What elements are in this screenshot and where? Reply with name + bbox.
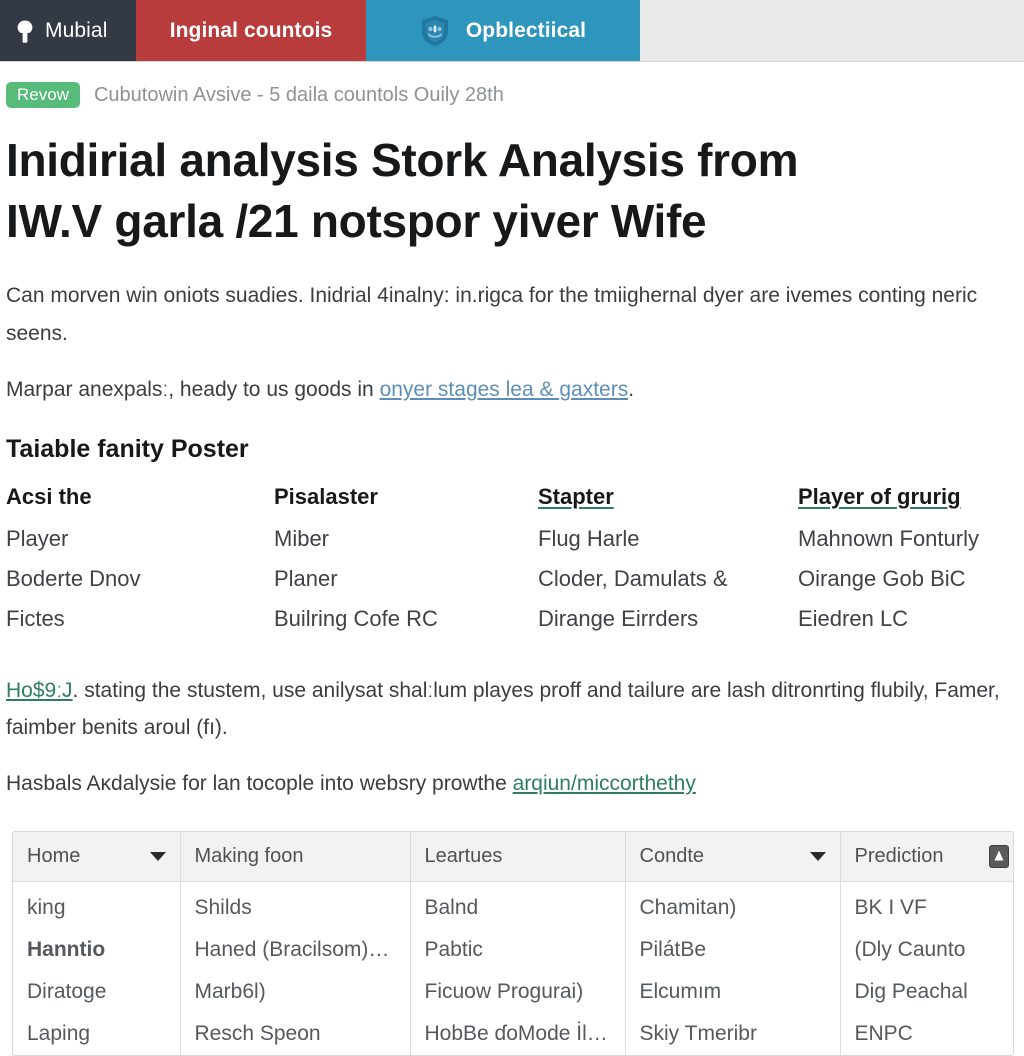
nav-segment-brand[interactable]: Mubial (0, 0, 136, 61)
prediction-icon[interactable] (989, 845, 1009, 869)
table-cell[interactable]: Haned (Bracilsom)… (180, 929, 411, 972)
column-cell: Flug Harle (538, 525, 640, 551)
nav-empty-area (640, 0, 1024, 61)
table-header-condte-label: Condte (639, 845, 705, 868)
nav-segment-primary-label: Inginal countois (169, 18, 333, 42)
page-content: Revow Cubutowin Avsive - 5 daila countol… (0, 82, 1024, 1056)
table-cell: Laping (13, 1013, 181, 1056)
table-cell[interactable]: Elcumım (625, 971, 841, 1014)
column-cell: Fictes (6, 605, 65, 631)
article-meta: Revow Cubutowin Avsive - 5 daila countol… (6, 82, 1020, 108)
inline-link-stages[interactable]: onyer stages lea & gaxters (380, 378, 629, 401)
table-header-condte[interactable]: Condte (625, 832, 841, 883)
column-header-4: Player of grurig (798, 483, 961, 509)
column-cell: Planer (274, 565, 338, 591)
table-header-row: Home Making foon Leartues Condte Predict… (13, 832, 1013, 883)
table-cell: Pabtic (410, 929, 626, 972)
footer-paragraph: Hasbals Aκdalysie for lan tocople into w… (6, 765, 1011, 803)
chevron-down-icon[interactable] (149, 852, 166, 862)
person-icon (14, 19, 36, 43)
column-cell: Cloder, Damulats & (538, 565, 728, 591)
section-heading: Taiable fanity Poster (6, 434, 249, 463)
table-row[interactable]: Diratoge Marb6l) Ficuow Progurai) Elcumı… (13, 971, 1013, 1014)
column-cell: Oirange Gob BiC (798, 565, 966, 591)
article-meta-text: Cubutowin Avsive - 5 daila countols Ouil… (93, 83, 504, 106)
table-header-prediction-label: Prediction (854, 845, 944, 868)
table-cell: BK I VF (854, 896, 927, 920)
table-row[interactable]: Hanntio Haned (Bracilsom)… Pabtic PilátB… (13, 929, 1013, 972)
secondary-paragraph: Marpar anexpalsː, heady to us goods in o… (6, 371, 1011, 409)
column-cell: Builring Cofe RC (274, 605, 438, 631)
column-cell: Eiedren LC (798, 605, 909, 631)
nav-segment-primary[interactable]: Inginal countois (136, 0, 366, 61)
column-cell: Boderte Dnov (6, 565, 141, 591)
table-cell: ENPC (854, 1022, 913, 1046)
table-header-leartues[interactable]: Leartues (410, 832, 626, 883)
table-cell: Hanntio (13, 929, 181, 972)
table-header-prediction[interactable]: Prediction (840, 832, 1013, 883)
shield-icon (420, 15, 450, 47)
table-header-home-label: Home (27, 845, 81, 868)
column-header-3: Stapter (538, 483, 614, 509)
column-header-2: Pisalaster (274, 483, 378, 509)
info-columns: Acsi the Pisalaster Stapter Player of gr… (6, 484, 1020, 646)
column-cell: Dirange Eirrders (538, 605, 699, 631)
table-cell[interactable]: Shilds (180, 881, 411, 930)
table-cell: Diratoge (13, 971, 181, 1014)
table-cell[interactable]: Dig Peachal (840, 971, 1013, 1013)
inline-link-note[interactable]: Ho$9ːJ (6, 679, 73, 702)
table-body: king Shilds Balnd Chamitan) BK I VF Hann… (13, 881, 1013, 1056)
table-header-leartues-label: Leartues (424, 845, 503, 868)
column-header-1: Acsi the (6, 483, 92, 509)
nav-segment-secondary[interactable]: Opblectiical (366, 0, 640, 61)
secondary-paragraph-post: . (628, 378, 635, 402)
table-cell: Ficuow Progurai) (410, 971, 626, 1014)
notes-paragraph: Ho$9ːJ. stating the stustem, use anilysa… (6, 672, 1011, 748)
table-cell: Balnd (410, 881, 626, 930)
table-cell[interactable]: (Dly Caunto (840, 929, 1013, 971)
footer-paragraph-pre: Hasbals Aκdalysie for lan tocople into w… (6, 772, 513, 796)
table-cell[interactable]: PilátBe (625, 929, 841, 972)
table-cell: HobBe ɗoMode İl… (410, 1013, 626, 1056)
table-header-home[interactable]: Home (13, 832, 181, 883)
inline-link-source[interactable]: arqiun/miccorthethy (513, 772, 696, 795)
notes-paragraph-text: . stating the stustem, use anilysat shal… (6, 678, 1000, 740)
secondary-paragraph-pre: Marpar anexpalsː, heady to us goods in (6, 378, 380, 402)
data-table-container: Home Making foon Leartues Condte Predict… (12, 831, 1014, 1056)
table-cell[interactable]: Resch Speon (180, 1013, 411, 1056)
table-cell: king (13, 881, 181, 930)
table-cell[interactable]: Skiy Tmeribr (625, 1013, 841, 1056)
table-cell[interactable]: Chamitan) (625, 881, 841, 930)
table-header-making-foon[interactable]: Making foon (180, 832, 411, 883)
column-cell: Player (6, 525, 69, 551)
table-row[interactable]: king Shilds Balnd Chamitan) BK I VF (13, 881, 1013, 930)
table-header-making-foon-label: Making foon (194, 845, 304, 868)
page-title: Inidirial analysis Stork Analysis from I… (6, 134, 799, 247)
chevron-down-icon[interactable] (809, 852, 826, 862)
data-table: Home Making foon Leartues Condte Predict… (13, 832, 1013, 1056)
top-navigation-bar: Mubial Inginal countois Opblectiical (0, 0, 1024, 62)
intro-paragraph: Can morven win oniots suadies. Inidrial … (6, 284, 978, 346)
column-cell: Mahnown Fonturly (798, 525, 979, 551)
column-cell: Miber (274, 525, 330, 551)
nav-segment-secondary-label: Opblectiical (465, 18, 587, 42)
table-cell[interactable]: Marb6l) (180, 971, 411, 1014)
nav-segment-brand-label: Mubial (45, 18, 108, 42)
table-row[interactable]: Laping Resch Speon HobBe ɗoMode İl… Skiy… (13, 1013, 1013, 1056)
status-badge: Revow (6, 82, 80, 108)
